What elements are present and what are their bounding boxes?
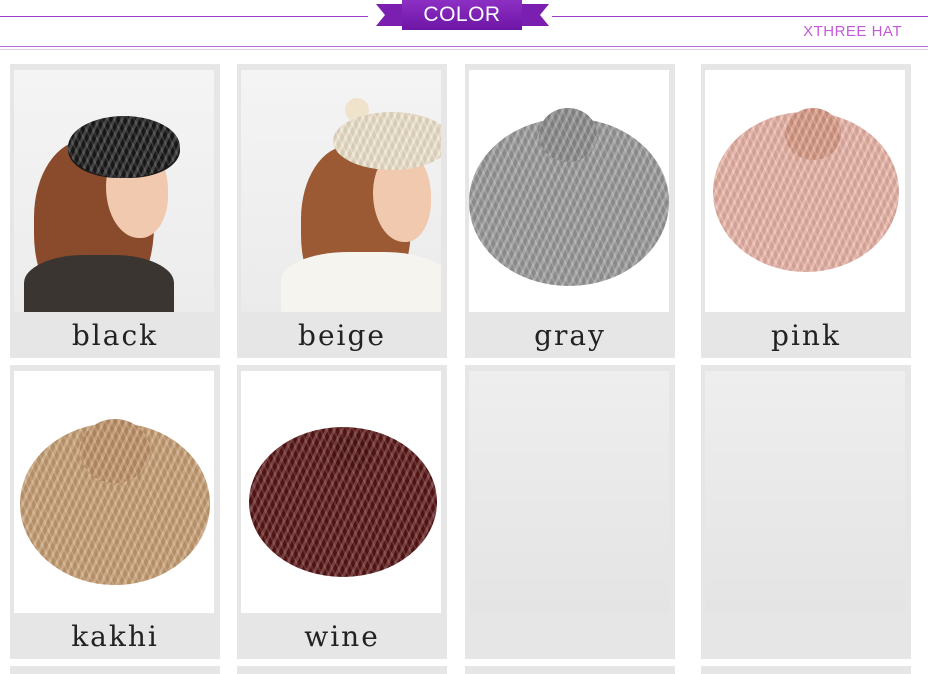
wine-pompom bbox=[331, 433, 373, 471]
color-label: kakhi bbox=[71, 619, 159, 653]
beige-hat-model-photo bbox=[241, 70, 441, 312]
empty-photo-placeholder bbox=[705, 371, 905, 613]
header-rule-right bbox=[552, 16, 928, 17]
color-option-beige[interactable]: beige bbox=[237, 64, 447, 358]
next-row-card-1 bbox=[10, 666, 220, 674]
kakhi-hat-photo bbox=[14, 371, 214, 613]
empty-photo-placeholder bbox=[469, 371, 669, 613]
color-section-header: COLOR XTHREE HAT bbox=[0, 0, 928, 52]
next-row-card-3 bbox=[465, 666, 675, 674]
color-label: beige bbox=[298, 318, 386, 352]
color-label: pink bbox=[771, 318, 841, 352]
wine-hat-photo bbox=[241, 371, 441, 613]
beige-beret bbox=[333, 112, 441, 170]
color-option-black[interactable]: black bbox=[10, 64, 220, 358]
kakhi-pompom bbox=[80, 419, 150, 483]
color-option-kakhi[interactable]: kakhi bbox=[10, 365, 220, 659]
ribbon-right-tail bbox=[519, 4, 549, 26]
brand-name: XTHREE HAT bbox=[803, 23, 902, 40]
color-option-empty-1 bbox=[465, 365, 675, 659]
color-label bbox=[701, 615, 911, 657]
header-divider-shadow bbox=[0, 49, 928, 50]
color-option-wine[interactable]: wine bbox=[237, 365, 447, 659]
color-label bbox=[465, 615, 675, 657]
color-label: gray bbox=[534, 318, 606, 352]
gray-pompom bbox=[539, 108, 597, 162]
header-rule-left bbox=[0, 16, 368, 17]
color-option-gray[interactable]: gray bbox=[465, 64, 675, 358]
color-label: black bbox=[71, 318, 159, 352]
section-title-ribbon: COLOR bbox=[402, 0, 522, 30]
color-label: wine bbox=[304, 619, 380, 653]
model-blouse bbox=[281, 252, 441, 312]
pink-hat-photo bbox=[705, 70, 905, 312]
model-sweater bbox=[24, 255, 174, 312]
color-option-pink[interactable]: pink bbox=[701, 64, 911, 358]
black-beret bbox=[68, 116, 180, 178]
pink-pompom bbox=[785, 108, 841, 160]
gray-hat-photo bbox=[469, 70, 669, 312]
black-hat-model-photo bbox=[14, 70, 214, 312]
color-option-empty-2 bbox=[701, 365, 911, 659]
next-row-card-2 bbox=[237, 666, 447, 674]
next-row-card-4 bbox=[701, 666, 911, 674]
header-divider bbox=[0, 46, 928, 47]
